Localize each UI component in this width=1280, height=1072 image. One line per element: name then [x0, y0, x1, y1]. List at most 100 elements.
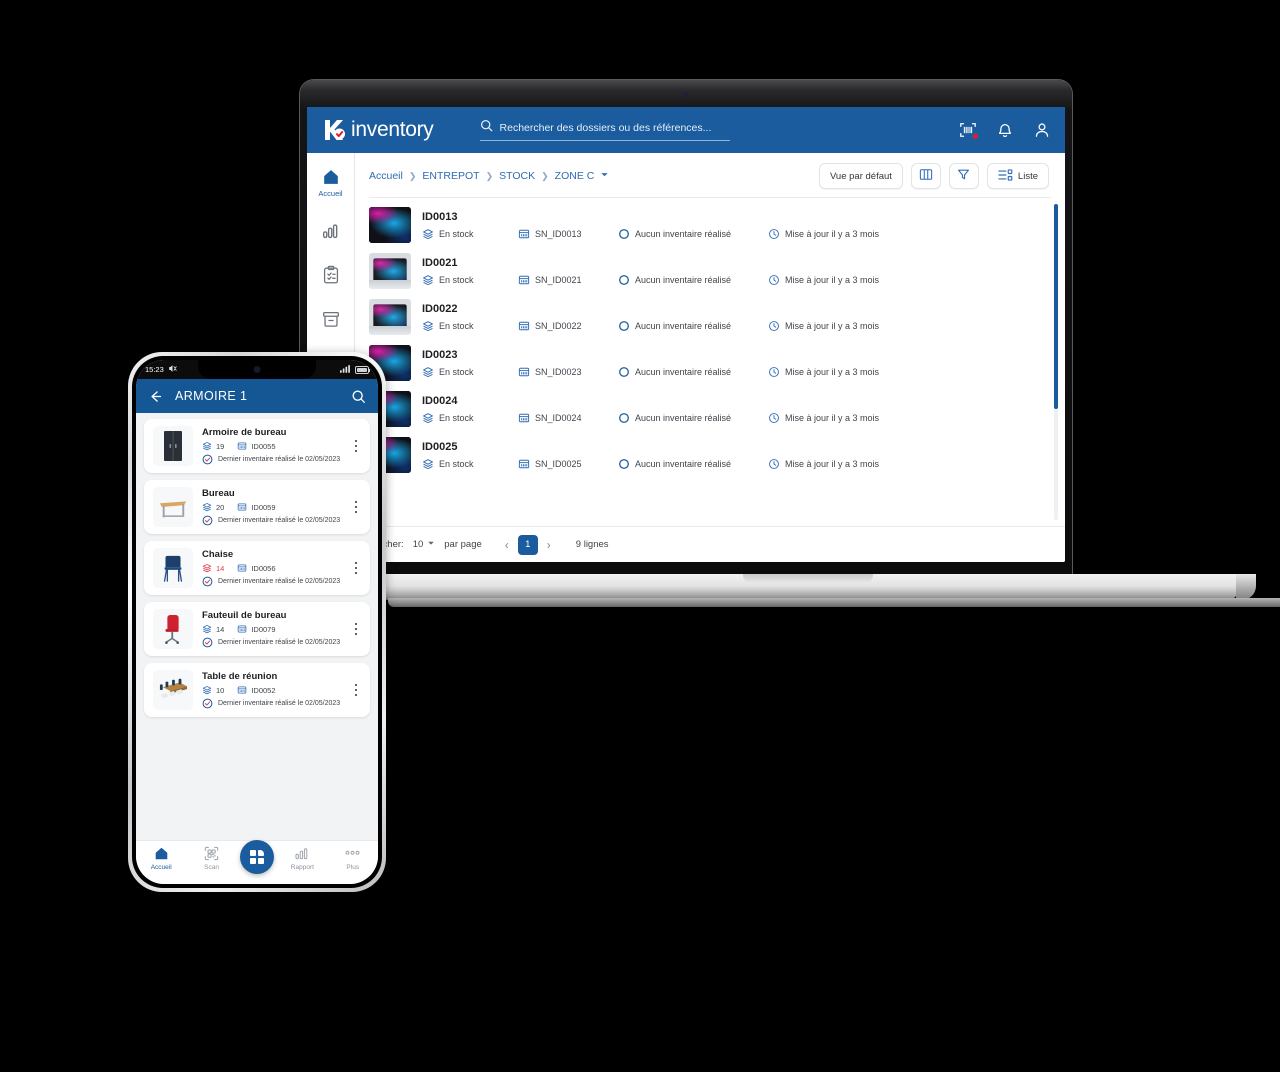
table-row[interactable]: ID0013 En stock SN_ID0013 Aucun inventai…: [355, 202, 1065, 248]
table-row[interactable]: ID0024 En stock SN_ID0024 Aucun inventai…: [355, 386, 1065, 432]
item-updated: Mise à jour il y a 3 mois: [768, 366, 879, 378]
item-updated: Mise à jour il y a 3 mois: [768, 458, 879, 470]
breadcrumb-separator: ❯: [541, 170, 549, 181]
per-page-label: par page: [444, 539, 482, 550]
bell-icon[interactable]: [996, 121, 1014, 139]
item-thumbnail: [369, 207, 411, 243]
item-serial-label: SN_ID0024: [535, 412, 582, 423]
breadcrumb-separator: ❯: [408, 170, 417, 181]
table-row[interactable]: ID0025 En stock SN_ID0025 Aucun inventai…: [355, 432, 1065, 478]
table-row[interactable]: ID0021 En stock SN_ID0021 Aucun inventai…: [355, 248, 1065, 294]
pagination: ‹ 1 ›: [503, 534, 553, 555]
page-size-select[interactable]: 10: [413, 539, 436, 550]
list-view-icon: [998, 168, 1013, 184]
item-inventory-label: Aucun inventaire réalisé: [635, 228, 732, 239]
sidebar-item-statistiques[interactable]: [320, 220, 342, 242]
barcode-scan-icon[interactable]: [959, 121, 979, 140]
user-icon[interactable]: [1033, 121, 1051, 139]
status-indicators: [340, 364, 370, 375]
filter-button[interactable]: [948, 163, 979, 189]
search-input[interactable]: Rechercher des dossiers ou des référence…: [479, 119, 730, 141]
filter-funnel-icon: [957, 168, 970, 184]
nav-item-label: Plus: [346, 864, 360, 871]
nav-item-rapport[interactable]: Rapport: [280, 845, 324, 871]
list-item[interactable]: Table de réunion 10 ID0052 Dernier inven…: [144, 663, 370, 717]
item-more-menu[interactable]: [351, 558, 362, 579]
item-content: Armoire de bureau 19 ID0055 Dernier inve…: [202, 427, 342, 465]
item-content: Chaise 14 ID0056 Dernier inventaire réal…: [202, 549, 342, 587]
item-serial-label: SN_ID0022: [535, 320, 582, 331]
table-row[interactable]: ID0023 En stock SN_ID0023 Aucun inventai…: [355, 340, 1065, 386]
columns-icon: [919, 168, 933, 184]
item-count-value: 19: [216, 441, 225, 451]
search-placeholder: Rechercher des dossiers ou des référence…: [499, 122, 712, 134]
item-more-menu[interactable]: [351, 619, 362, 640]
list-footer: Afficher: 10 par page ‹ 1 › 9 lignes: [355, 526, 1065, 562]
item-count-value: 20: [216, 502, 225, 512]
main-toolbar: Accueil ❯ ENTREPOT ❯ STOCK ❯ ZONE C Vue …: [355, 153, 1065, 197]
scrollbar-thumb[interactable]: [1054, 204, 1058, 409]
nav-item-scan[interactable]: Scan: [190, 845, 234, 871]
item-more-menu[interactable]: [351, 497, 362, 518]
back-arrow-icon[interactable]: [148, 389, 163, 404]
item-serial: SN_ID0023: [518, 366, 618, 378]
default-view-button[interactable]: Vue par défaut: [818, 163, 903, 189]
item-stock-count: 10: [202, 685, 224, 695]
app-logo-text: inventory: [351, 118, 434, 141]
laptop-device: inventory Rechercher des dossiers ou des…: [300, 80, 1280, 607]
item-meta: 14 ID0079: [202, 624, 342, 634]
list-item[interactable]: Chaise 14 ID0056 Dernier inventaire réal…: [144, 541, 370, 595]
item-updated: Mise à jour il y a 3 mois: [768, 274, 879, 286]
page-number-1[interactable]: 1: [517, 534, 538, 555]
item-reference: ID0052: [237, 685, 276, 695]
item-inventory-note: Dernier inventaire réalisé le 02/05/2023: [202, 515, 342, 526]
breadcrumb-entrepot[interactable]: ENTREPOT: [422, 170, 479, 182]
item-count-value: 14: [216, 624, 225, 634]
screenshot-stage: inventory Rechercher des dossiers ou des…: [0, 0, 1280, 1072]
nav-item-plus[interactable]: Plus: [331, 845, 375, 871]
item-note-text: Dernier inventaire réalisé le 02/05/2023: [218, 578, 341, 585]
item-updated-label: Mise à jour il y a 3 mois: [785, 228, 880, 239]
sidebar-item-stock[interactable]: [320, 308, 342, 330]
phone-notch: [198, 360, 316, 379]
list-item[interactable]: Fauteuil de bureau 14 ID0079 Dernier inv…: [144, 602, 370, 656]
breadcrumb-accueil[interactable]: Accueil: [369, 170, 403, 182]
item-status-label: En stock: [439, 228, 474, 239]
phone-items-list: Armoire de bureau 19 ID0055 Dernier inve…: [136, 413, 378, 840]
chevron-down-icon[interactable]: [600, 170, 609, 182]
item-note-text: Dernier inventaire réalisé le 02/05/2023: [218, 700, 341, 707]
item-status: En stock: [422, 320, 518, 332]
app-logo[interactable]: inventory: [321, 117, 434, 143]
prev-page-button[interactable]: ‹: [503, 538, 511, 552]
breadcrumb-stock[interactable]: STOCK: [499, 170, 535, 182]
breadcrumb-zone-c[interactable]: ZONE C: [555, 170, 595, 182]
item-thumbnail: [369, 299, 411, 335]
row-content: ID0013 En stock SN_ID0013 Aucun inventai…: [422, 211, 1049, 240]
item-more-menu[interactable]: [351, 680, 362, 701]
laptop-camera-icon: [683, 92, 689, 97]
mute-icon: [168, 364, 177, 375]
item-thumbnail: [153, 670, 193, 710]
table-row[interactable]: ID0022 En stock SN_ID0022 Aucun inventai…: [355, 294, 1065, 340]
nav-item-accueil[interactable]: Accueil: [139, 845, 183, 871]
sidebar-item-inventaires[interactable]: [320, 264, 342, 286]
item-more-menu[interactable]: [351, 436, 362, 457]
sidebar-item-accueil[interactable]: Accueil: [318, 167, 343, 198]
app-body: Accueil Accueil ❯ ENTREPOT ❯ STOCK ❯ ZON…: [307, 153, 1065, 562]
list-item[interactable]: Armoire de bureau 19 ID0055 Dernier inve…: [144, 419, 370, 473]
phone-page-title: ARMOIRE 1: [175, 389, 248, 403]
phone-screen: 15:23 ARMOIRE 1 Armoire de bureau 19 ID0…: [136, 360, 378, 884]
item-thumbnail: [153, 426, 193, 466]
nav-item-apps-fab[interactable]: [239, 840, 274, 874]
item-thumbnail: [153, 609, 193, 649]
item-ref-value: ID0056: [251, 563, 276, 573]
list-item[interactable]: Bureau 20 ID0059 Dernier inventaire réal…: [144, 480, 370, 534]
list-view-button[interactable]: Liste: [986, 163, 1049, 189]
item-serial: SN_ID0013: [518, 228, 618, 240]
item-id: ID0021: [422, 256, 458, 269]
item-inventory: Aucun inventaire réalisé: [618, 412, 768, 424]
list-view-label: Liste: [1017, 170, 1038, 182]
next-page-button[interactable]: ›: [545, 538, 553, 552]
columns-button[interactable]: [910, 163, 941, 189]
search-icon[interactable]: [351, 389, 366, 404]
